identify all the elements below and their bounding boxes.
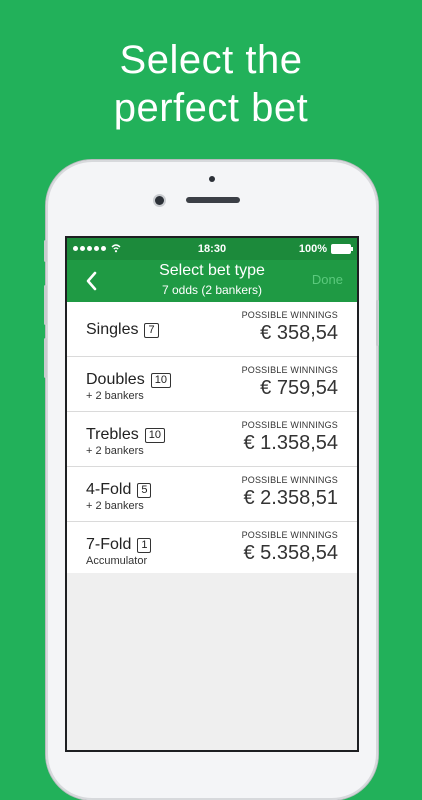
bet-type-label: 4-Fold (86, 481, 132, 498)
possible-winnings-label: POSSIBLE WINNINGS (241, 475, 338, 485)
possible-winnings-value: € 358,54 (260, 322, 338, 344)
possible-winnings-value: € 759,54 (260, 377, 338, 399)
battery-percentage: 100% (298, 243, 327, 255)
phone-side-button-mute (44, 240, 47, 262)
combination-count-badge: 10 (150, 372, 171, 388)
phone-side-button-volume-up (44, 285, 47, 325)
bet-type-subtitle: + 2 bankers (86, 445, 144, 457)
combination-count-badge: 1 (137, 537, 152, 553)
phone-side-button-volume-down (44, 338, 47, 378)
bet-type-subtitle: + 2 bankers (86, 500, 144, 512)
possible-winnings-value: € 1.358,54 (243, 432, 338, 454)
bet-type-name: Singles 7 (86, 321, 159, 339)
phone-sensor (209, 176, 215, 182)
bet-type-row-doubles[interactable]: Doubles 10 + 2 bankers POSSIBLE WINNINGS… (67, 357, 357, 412)
headline-line-1: Select the (119, 38, 303, 82)
bet-type-subtitle: + 2 bankers (86, 390, 144, 402)
combination-count-badge: 10 (144, 427, 166, 443)
headline: Select the perfect bet (0, 36, 422, 132)
possible-winnings-label: POSSIBLE WINNINGS (241, 310, 338, 320)
possible-winnings-value: € 5.358,54 (243, 542, 338, 564)
bet-type-label: Trebles (86, 426, 139, 443)
bet-type-list: Singles 7 POSSIBLE WINNINGS € 358,54 Dou… (67, 302, 357, 577)
possible-winnings-label: POSSIBLE WINNINGS (241, 420, 338, 430)
list-empty-area (67, 573, 357, 750)
bet-type-row-trebles[interactable]: Trebles 10 + 2 bankers POSSIBLE WINNINGS… (67, 412, 357, 467)
bet-type-name: 7-Fold 1 (86, 536, 152, 554)
phone-power-button (376, 300, 379, 346)
status-bar: 18:30 100% (67, 238, 357, 260)
bet-type-row-7-fold[interactable]: 7-Fold 1 Accumulator POSSIBLE WINNINGS €… (67, 522, 357, 577)
bet-type-subtitle: Accumulator (86, 555, 148, 567)
phone-screen: 18:30 100% Select bet type 7 odds (2 ban… (67, 238, 357, 750)
phone-speaker (186, 197, 240, 203)
bet-type-label: Doubles (86, 371, 145, 388)
bet-type-label: Singles (86, 321, 139, 338)
combination-count-badge: 7 (144, 322, 159, 338)
combination-count-badge: 5 (137, 482, 152, 498)
possible-winnings-label: POSSIBLE WINNINGS (241, 365, 338, 375)
bet-type-name: Trebles 10 (86, 426, 166, 444)
bet-type-name: Doubles 10 (86, 371, 171, 389)
possible-winnings-label: POSSIBLE WINNINGS (241, 530, 338, 540)
phone-camera (155, 196, 164, 205)
headline-line-2: perfect bet (113, 86, 309, 130)
bet-type-name: 4-Fold 5 (86, 481, 152, 499)
possible-winnings-value: € 2.358,51 (243, 487, 338, 509)
done-button[interactable]: Done (312, 272, 343, 287)
nav-bar: Select bet type 7 odds (2 bankers) Done (67, 260, 357, 302)
battery-icon (331, 244, 353, 254)
bet-type-row-4-fold[interactable]: 4-Fold 5 + 2 bankers POSSIBLE WINNINGS €… (67, 467, 357, 522)
bet-type-label: 7-Fold (86, 536, 132, 553)
bet-type-row-singles[interactable]: Singles 7 POSSIBLE WINNINGS € 358,54 (67, 302, 357, 357)
